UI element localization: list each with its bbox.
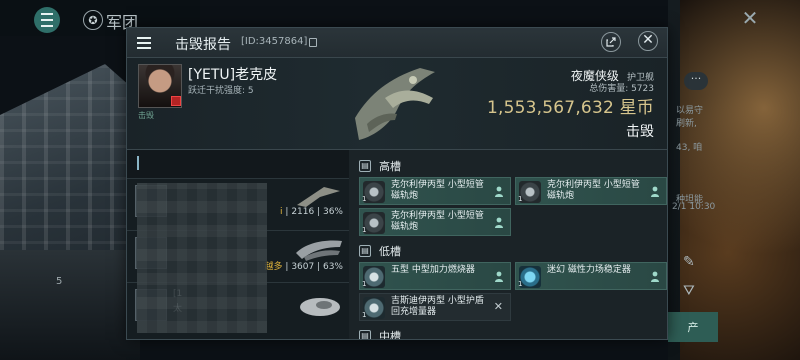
background-action-button[interactable]: 产: [668, 312, 718, 342]
low-slot-header: ▤ 低槽: [359, 241, 667, 261]
module-quantity: 1: [362, 195, 367, 203]
background-counter: 5: [56, 276, 63, 287]
victim-summary: [YETU]老克皮 跃迁干扰强度: 5 击毁 夜魔侠级 护卫舰 总伤害量: 57…: [127, 58, 667, 150]
module-quantity: 1: [362, 280, 367, 288]
pilot-person-icon: [495, 186, 503, 197]
victim-ship-image[interactable]: [345, 58, 445, 146]
pilot-person-icon: [495, 217, 503, 228]
kill-report-dialog: 击毁报告 [ID:3457864] ✕ [YETU]老克皮 跃迁干扰强度: 5 …: [126, 27, 668, 340]
kill-state: 击毁: [626, 124, 654, 140]
module-card[interactable]: 1 迷幻 磁性力场稳定器: [515, 262, 667, 290]
report-id: [ID:3457864]: [241, 36, 308, 47]
low-slot-icon: ▤: [359, 245, 371, 257]
isk-value: 1,553,567,632: [487, 98, 614, 118]
filter-icon[interactable]: ⛛: [683, 283, 695, 299]
background-timestamp: 2/1 10:30: [672, 202, 716, 212]
attacker-ship-image: [296, 240, 342, 261]
background-close-icon[interactable]: ✕: [740, 8, 760, 29]
menu-icon: [41, 11, 53, 29]
share-icon: [606, 37, 616, 47]
module-card[interactable]: 1 克尔利伊丙型 小型短管磁轨炮: [359, 177, 511, 205]
attacker-damage-stat: 越多 | 3607 | 63%: [264, 262, 343, 272]
attacker-ship-image: [300, 298, 340, 316]
mid-slot-icon: ▤: [359, 330, 371, 339]
dialog-menu-button[interactable]: [137, 36, 153, 50]
attacker-ship-image: [297, 187, 340, 207]
standing-flag-icon: [171, 96, 181, 106]
background-action-label: 产: [687, 321, 699, 334]
background-more-button[interactable]: ···: [684, 72, 708, 90]
report-body: i | 2116 | 36% 越多 | 3607 | 63% [1 太: [127, 150, 667, 339]
share-button[interactable]: [601, 32, 621, 52]
module-name: 克尔利伊丙型 小型短管磁轨炮: [547, 180, 640, 201]
mid-slot-header: ▤ 中槽: [359, 326, 667, 339]
pilot-person-icon: [651, 271, 659, 282]
module-name: 克尔利伊丙型 小型短管磁轨炮: [391, 180, 484, 201]
menu-icon: [137, 36, 153, 51]
module-quantity: 1: [518, 195, 523, 203]
module-name: 五型 中型加力燃烧器: [391, 265, 475, 275]
pilot-name[interactable]: [YETU]老克皮: [188, 64, 277, 84]
close-button[interactable]: ✕: [638, 31, 658, 51]
copy-icon[interactable]: [309, 38, 317, 47]
module-quantity: 1: [362, 226, 367, 234]
list-cursor: [137, 156, 139, 170]
pilot-warp-disrupt: 跃迁干扰强度: 5: [188, 86, 254, 96]
module-card[interactable]: 1 克尔利伊丙型 小型短管磁轨炮: [515, 177, 667, 205]
module-quantity: 1: [362, 311, 367, 319]
background-text-fragment: 43, 咱: [676, 143, 703, 153]
module-name: 迷幻 磁性力场稳定器: [547, 265, 631, 275]
module-name: 吉斯迪伊丙型 小型护盾回充增量器: [391, 296, 484, 317]
pilot-tag: 击毁: [138, 111, 154, 120]
censored-overlay: [137, 183, 267, 333]
station-base: [0, 250, 140, 360]
high-slot-icon: ▤: [359, 160, 371, 172]
edit-icon[interactable]: ✎: [683, 254, 695, 270]
background-text-fragment: 刷新,: [676, 119, 697, 129]
nebula-backdrop: [680, 0, 800, 360]
main-menu-button[interactable]: [34, 7, 60, 33]
module-name: 克尔利伊丙型 小型短管磁轨炮: [391, 211, 484, 232]
destroyed-mark-icon: ✕: [493, 300, 503, 313]
module-card[interactable]: 1 克尔利伊丙型 小型短管磁轨炮: [359, 208, 511, 236]
isk-value-row: 1,553,567,632 星币: [487, 93, 654, 118]
high-slot-header: ▤ 高槽: [359, 156, 667, 176]
background-text-fragment: 以易守: [676, 106, 704, 116]
dialog-title: 击毁报告: [175, 37, 231, 53]
attacker-list-header: [127, 150, 349, 178]
pilot-person-icon: [651, 186, 659, 197]
legion-icon: ✪: [83, 10, 103, 30]
module-card[interactable]: 1 五型 中型加力燃烧器: [359, 262, 511, 290]
attacker-list: i | 2116 | 36% 越多 | 3607 | 63% [1 太: [127, 150, 349, 339]
attacker-damage-stat: i | 2116 | 36%: [280, 207, 343, 217]
isk-unit: 星币: [619, 98, 654, 118]
pilot-person-icon: [495, 271, 503, 282]
module-card[interactable]: 1 吉斯迪伊丙型 小型护盾回充增量器 ✕: [359, 293, 511, 321]
dialog-header: 击毁报告 [ID:3457864] ✕: [127, 28, 667, 58]
module-quantity: 1: [518, 280, 523, 288]
fitting-panel: ▤ 高槽 1 克尔利伊丙型 小型短管磁轨炮 1 克尔利伊丙型 小型短管磁轨炮 1…: [349, 150, 667, 339]
